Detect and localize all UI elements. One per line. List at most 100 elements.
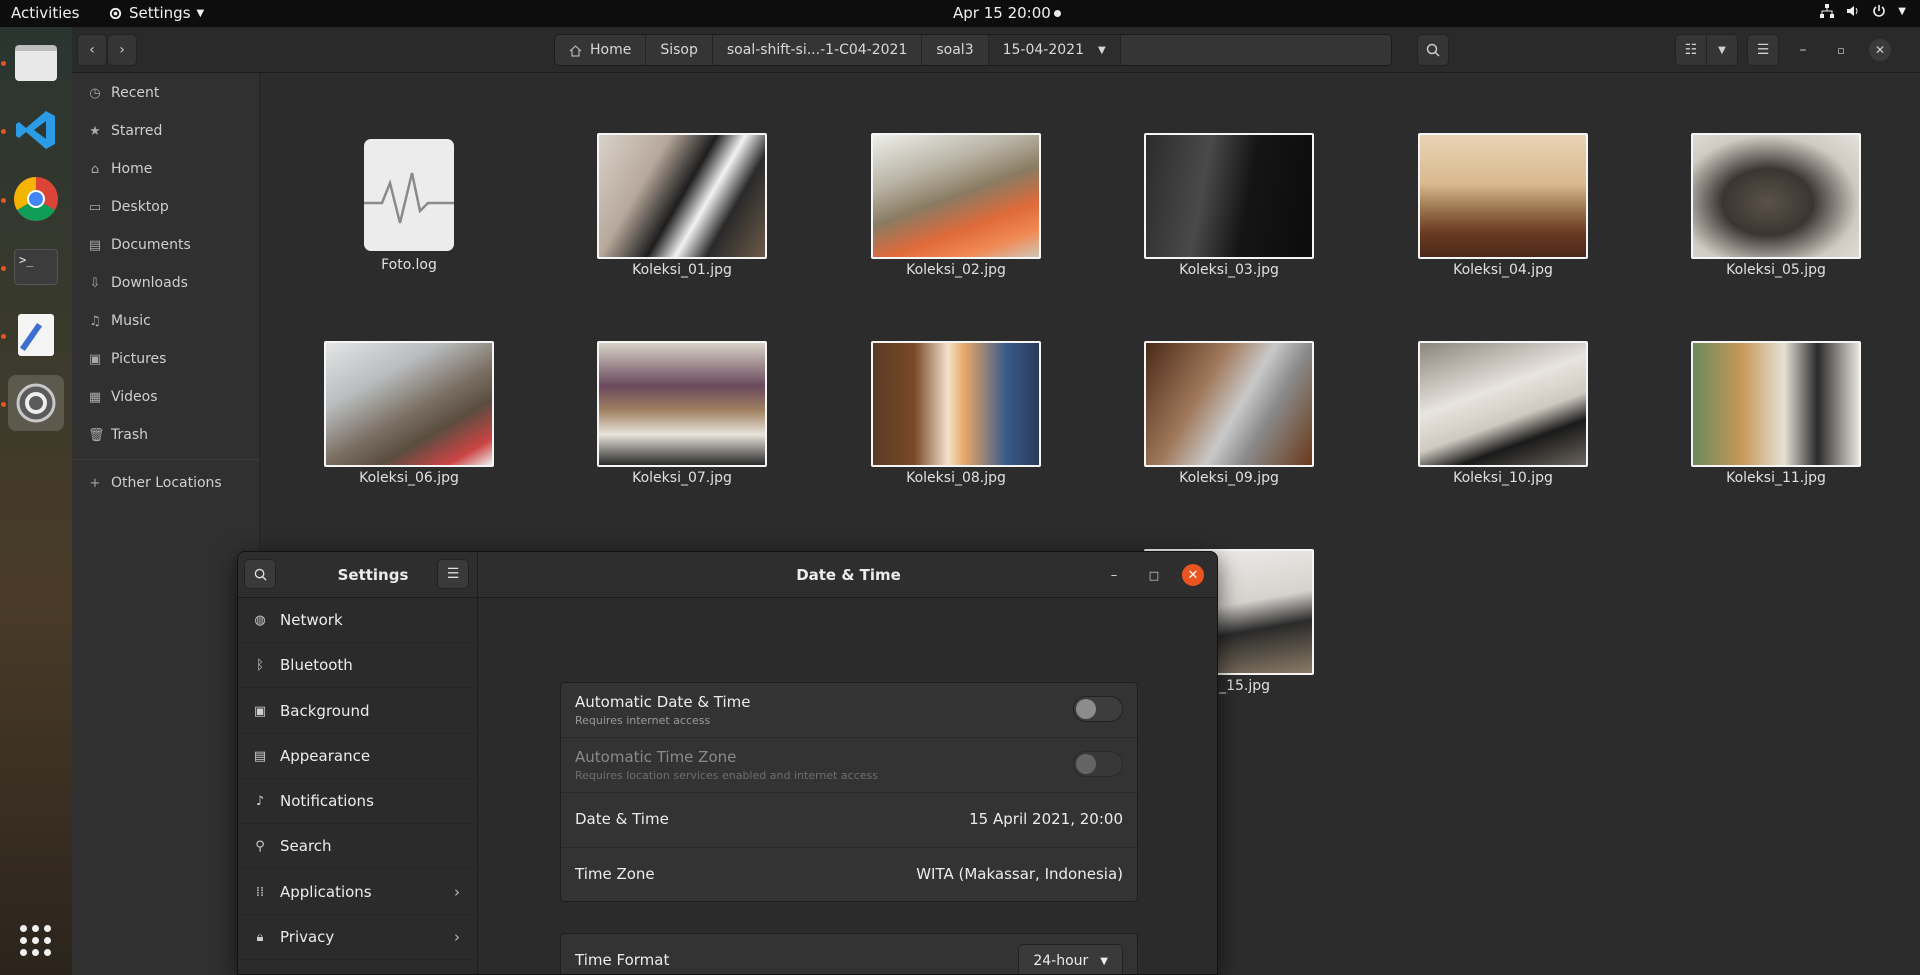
chrome-icon[interactable] <box>8 171 64 227</box>
app-menu-label: Settings <box>129 4 191 22</box>
app-menu[interactable]: Settings ▼ <box>108 4 204 22</box>
sidebar-item-applications[interactable]: ⁞⁞ Applications › <box>238 870 478 915</box>
sidebar-item-bluetooth[interactable]: ᛒ Bluetooth <box>238 643 478 688</box>
file-item[interactable]: Koleksi_04.jpg <box>1413 133 1593 278</box>
sidebar-item-recent[interactable]: ◷ Recent <box>88 77 159 109</box>
maximize-button[interactable]: □ <box>1143 564 1165 586</box>
close-button[interactable]: ✕ <box>1866 34 1894 66</box>
image-thumbnail <box>1418 341 1588 467</box>
file-item[interactable]: Koleksi_06.jpg <box>319 341 499 486</box>
file-item[interactable]: Koleksi_11.jpg <box>1686 341 1866 486</box>
power-icon <box>1873 5 1886 17</box>
network-icon: ◍ <box>254 612 266 628</box>
settings-icon[interactable] <box>8 375 64 431</box>
file-name: Koleksi_08.jpg <box>906 470 1006 486</box>
file-item[interactable]: Foto.log <box>319 133 499 273</box>
file-item[interactable]: Koleksi_08.jpg <box>866 341 1046 486</box>
row-label: Time Format <box>575 951 670 969</box>
settings-menu-button[interactable]: ☰ <box>437 559 469 589</box>
file-item[interactable]: Koleksi_01.jpg <box>592 133 772 278</box>
sidebar-item-network[interactable]: ◍ Network <box>238 598 478 643</box>
system-tray[interactable]: ▼ <box>1820 4 1906 18</box>
close-button[interactable]: ✕ <box>1182 564 1204 586</box>
settings-window: Settings ☰ Date & Time – □ ✕ ◍ Network ᛒB… <box>237 551 1218 975</box>
path-segment-home[interactable]: Home <box>555 35 647 65</box>
view-mode-button[interactable]: ☷ <box>1675 34 1707 66</box>
file-item[interactable]: Koleksi_09.jpg <box>1139 341 1319 486</box>
time-format-dropdown[interactable]: 24-hour ▼ <box>1018 944 1123 974</box>
clock[interactable]: Apr 15 20:00 <box>953 4 1051 22</box>
sidebar-item-label: Videos <box>111 389 158 405</box>
sidebar-item-background[interactable]: ▣ Background <box>238 689 478 734</box>
row-label: Date & Time <box>575 810 669 828</box>
text-editor-icon[interactable] <box>8 307 64 363</box>
menu-button[interactable]: ☰ <box>1747 34 1779 66</box>
back-button[interactable]: ‹ <box>77 34 107 66</box>
sidebar-item-downloads[interactable]: ⇩ Downloads <box>88 267 188 299</box>
running-indicator <box>1 334 6 339</box>
chevron-left-icon: ‹ <box>89 42 95 58</box>
file-name: Koleksi_10.jpg <box>1453 470 1553 486</box>
sidebar-item-trash[interactable]: 🗑 Trash <box>88 419 148 451</box>
sidebar-item-music[interactable]: ♫ Music <box>88 305 151 337</box>
pictures-icon: ▣ <box>88 351 102 367</box>
home-icon: ⌂ <box>90 161 100 177</box>
appearance-icon: ▤ <box>253 748 267 764</box>
date-time-row[interactable]: Date & Time 15 April 2021, 20:00 <box>561 793 1137 848</box>
image-thumbnail <box>1691 133 1861 259</box>
automatic-date-time-row[interactable]: Automatic Date & Time Requires internet … <box>561 683 1137 738</box>
trash-icon: 🗑 <box>88 427 105 443</box>
file-name: Koleksi_11.jpg <box>1726 470 1826 486</box>
file-item[interactable]: Koleksi_10.jpg <box>1413 341 1593 486</box>
file-item[interactable]: Koleksi_05.jpg <box>1686 133 1866 278</box>
files-sidebar: ◷ Recent ★ Starred ⌂ Home ▭ Desktop ▤ Documen… <box>72 73 260 975</box>
file-item[interactable]: Koleksi_03.jpg <box>1139 133 1319 278</box>
maximize-button[interactable]: ▫ <box>1827 34 1855 66</box>
caret-down-icon: ▼ <box>196 7 205 19</box>
show-applications-icon[interactable] <box>20 925 51 956</box>
path-bar: Home Sisop soal-shift-si...-1-C04-2021 s… <box>554 34 1392 66</box>
maximize-icon: □ <box>1148 568 1160 582</box>
videos-icon: ▦ <box>88 389 102 405</box>
sidebar-item-label: Downloads <box>111 275 188 291</box>
sidebar-item-notifications[interactable]: ♪ Notifications <box>238 779 478 824</box>
minimize-button[interactable]: – <box>1789 34 1817 66</box>
sidebar-item-search[interactable]: ⚲ Search <box>238 824 478 869</box>
clock-icon: ◷ <box>89 85 101 101</box>
path-segment[interactable]: soal-shift-si...-1-C04-2021 <box>713 35 923 65</box>
minimize-button[interactable]: – <box>1103 564 1125 586</box>
sidebar-divider <box>72 459 260 460</box>
path-segment[interactable]: Sisop <box>646 35 713 65</box>
path-segment[interactable]: soal3 <box>922 35 989 65</box>
vscode-icon[interactable] <box>8 102 64 158</box>
sidebar-item-videos[interactable]: ▦ Videos <box>88 381 158 413</box>
sidebar-item-desktop[interactable]: ▭ Desktop <box>88 191 169 223</box>
chevron-right-icon: › <box>119 42 125 58</box>
sidebar-item-pictures[interactable]: ▣ Pictures <box>88 343 167 375</box>
sidebar-item-appearance[interactable]: ▤ Appearance <box>238 734 478 779</box>
sidebar-item-other-locations[interactable]: + Other Locations <box>88 467 222 499</box>
sidebar-item-privacy[interactable]: 🔒︎ Privacy › <box>238 915 478 960</box>
search-icon <box>1426 43 1440 57</box>
automatic-time-zone-switch[interactable] <box>1073 751 1123 777</box>
files-icon[interactable] <box>8 35 64 91</box>
automatic-time-zone-row[interactable]: Automatic Time Zone Requires location se… <box>561 738 1137 793</box>
search-button[interactable] <box>1417 34 1449 66</box>
terminal-icon[interactable]: >_ <box>8 239 64 295</box>
path-segment-current[interactable]: 15-04-2021 ▼ <box>988 35 1121 65</box>
forward-button[interactable]: › <box>107 34 137 66</box>
file-item[interactable]: Koleksi_07.jpg <box>592 341 772 486</box>
automatic-date-time-switch[interactable] <box>1073 696 1123 722</box>
settings-search-button[interactable] <box>244 559 276 589</box>
sidebar-item-documents[interactable]: ▤ Documents <box>88 229 191 261</box>
sidebar-item-label: Search <box>280 837 332 855</box>
view-options-button[interactable]: ▼ <box>1706 34 1738 66</box>
sidebar-item-home[interactable]: ⌂ Home <box>88 153 152 185</box>
time-zone-row[interactable]: Time Zone WITA (Makassar, Indonesia) <box>561 848 1137 902</box>
row-value: WITA (Makassar, Indonesia) <box>916 865 1123 883</box>
sidebar-item-starred[interactable]: ★ Starred <box>88 115 162 147</box>
file-name: Koleksi_03.jpg <box>1179 262 1279 278</box>
row-value: 15 April 2021, 20:00 <box>969 810 1123 828</box>
file-item[interactable]: Koleksi_02.jpg <box>866 133 1046 278</box>
activities-button[interactable]: Activities <box>11 4 79 22</box>
